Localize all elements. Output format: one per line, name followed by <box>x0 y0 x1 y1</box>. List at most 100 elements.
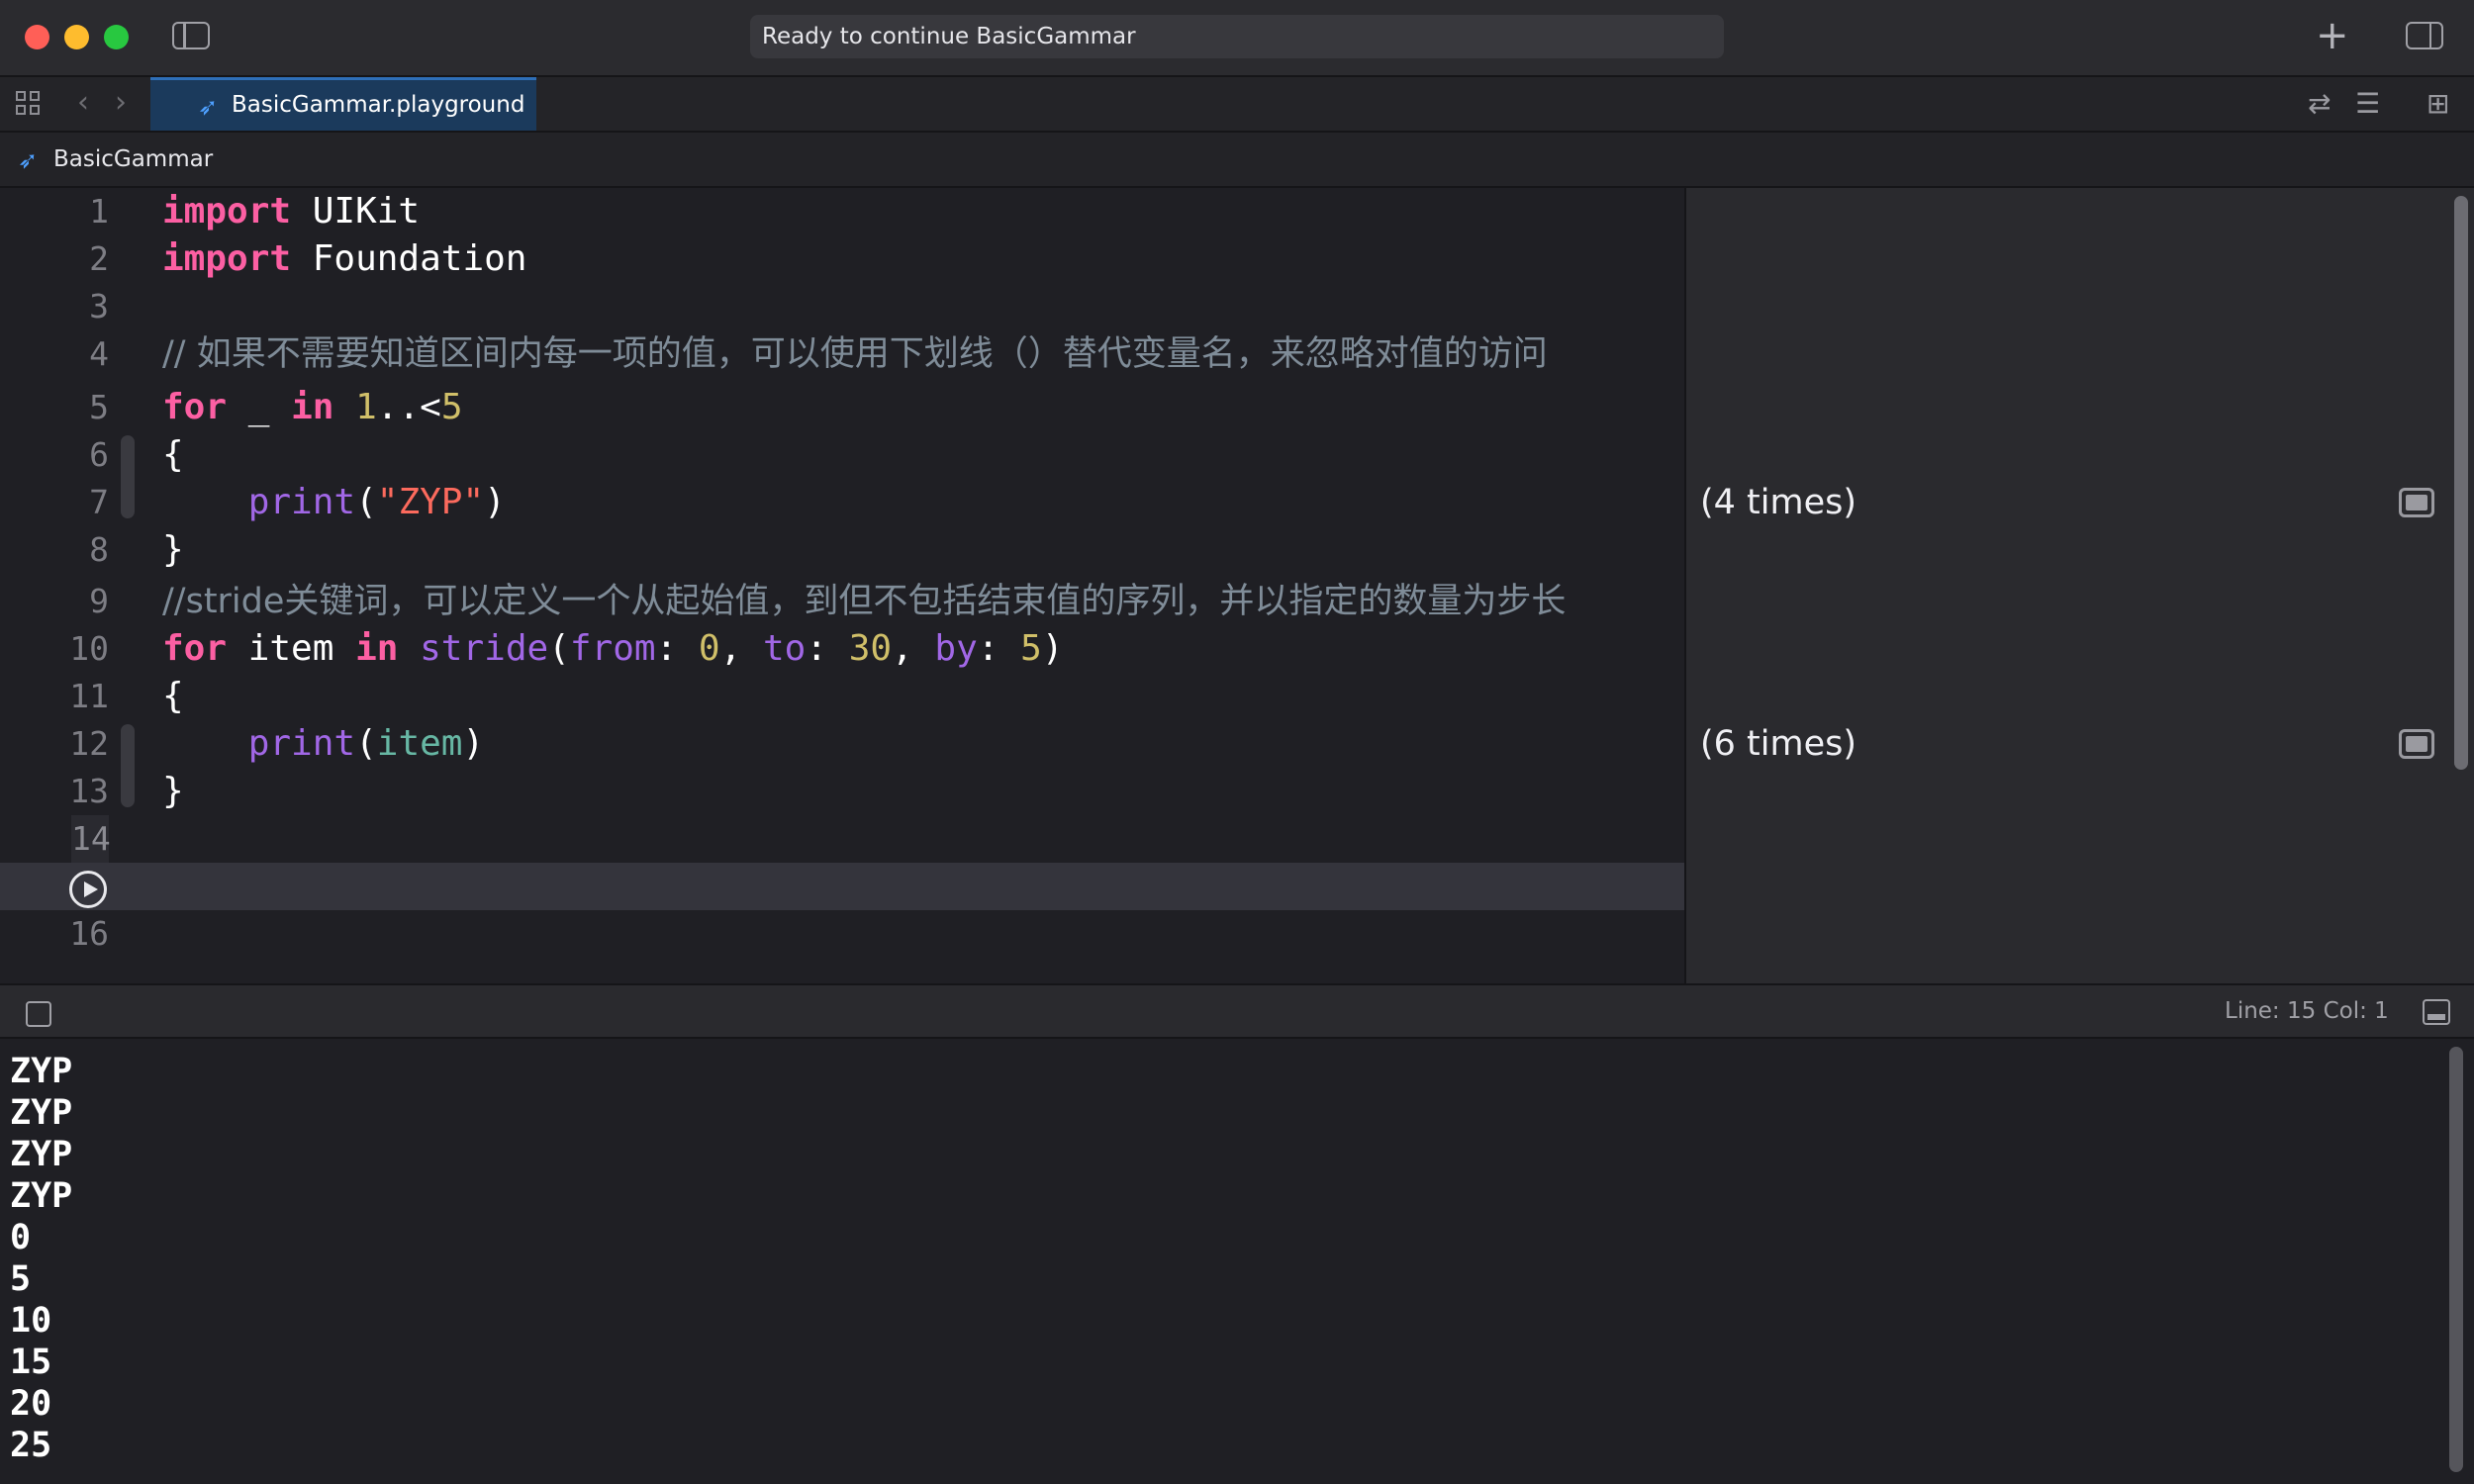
code-text[interactable]: // 如果不需要知道区间内每一项的值，可以使用下划线（）替代变量名，来忽略对值的… <box>162 330 1548 378</box>
breadcrumb-item[interactable]: BasicGammar <box>53 133 213 186</box>
code-text[interactable]: for _ in 1..<5 <box>162 384 463 431</box>
editor-options-icon[interactable]: ☰ <box>2355 89 2380 119</box>
code-fold-ribbon[interactable] <box>121 724 135 807</box>
code-text[interactable]: //stride关键词，可以定义一个从起始值，到但不包括结束值的序列，并以指定的… <box>162 578 1566 625</box>
add-editor-icon[interactable]: ⊞ <box>2426 89 2449 119</box>
result-count: (4 times) <box>1700 483 1857 522</box>
show-result-icon[interactable] <box>2399 488 2434 517</box>
console-line: ZYP <box>10 1052 73 1091</box>
code-token: to <box>762 628 807 669</box>
console-line: ZYP <box>10 1093 73 1133</box>
code-token: } <box>162 529 184 570</box>
console-toggle-icon[interactable] <box>2423 999 2450 1025</box>
console-scrollbar[interactable] <box>2449 1047 2463 1472</box>
code-token: 5 <box>1020 628 1042 669</box>
inspector-toggle-icon[interactable] <box>2406 22 2443 49</box>
code-line[interactable]: 14 <box>0 815 1684 863</box>
code-token: 0 <box>698 628 720 669</box>
code-text[interactable]: { <box>162 673 184 720</box>
tab-label: BasicGammar.playground <box>232 92 525 118</box>
code-token: Foundation <box>291 238 527 279</box>
code-token: 5 <box>440 387 463 427</box>
console-line: ZYP <box>10 1176 73 1216</box>
code-text[interactable]: for item in stride(from: 0, to: 30, by: … <box>162 625 1064 673</box>
line-number: 7 <box>89 483 109 521</box>
code-token: , <box>719 628 763 669</box>
code-line[interactable]: 5 for _ in 1..<5 <box>0 384 1684 431</box>
code-line[interactable]: 9 //stride关键词，可以定义一个从起始值，到但不包括结束值的序列，并以指定… <box>0 578 1684 625</box>
code-token: ( <box>355 723 377 764</box>
code-line[interactable]: 11 { <box>0 673 1684 720</box>
navigator-toggle-icon[interactable] <box>172 22 210 49</box>
result-count: (6 times) <box>1700 724 1857 764</box>
code-line[interactable]: 8} <box>0 526 1684 574</box>
show-result-icon[interactable] <box>2399 729 2434 759</box>
close-window-button[interactable] <box>25 25 49 49</box>
minimize-window-button[interactable] <box>64 25 89 49</box>
swift-icon: ➶ <box>18 146 39 174</box>
code-text[interactable]: import UIKit <box>162 188 420 235</box>
swift-icon: ➶ <box>198 93 219 121</box>
line-number: 11 <box>69 677 109 715</box>
console-line: 10 <box>10 1301 52 1341</box>
tab-basicgammar-playground[interactable]: ➶ BasicGammar.playground <box>150 77 536 131</box>
code-line[interactable]: 10 for item in stride(from: 0, to: 30, by… <box>0 625 1684 673</box>
code-text[interactable]: { <box>162 431 184 479</box>
code-token: 1 <box>355 387 377 427</box>
code-token: : <box>806 628 849 669</box>
back-chevron-icon[interactable]: ‹ <box>77 85 89 121</box>
console-line: 5 <box>10 1259 32 1299</box>
code-token: print <box>247 482 356 522</box>
add-library-button[interactable]: + <box>2316 14 2349 57</box>
code-token: in <box>291 387 334 427</box>
line-number: 10 <box>69 629 109 668</box>
line-number: 3 <box>89 287 109 325</box>
code-text[interactable]: import Foundation <box>162 235 526 283</box>
code-token: { <box>162 434 184 475</box>
code-token: ) <box>462 723 485 764</box>
code-token: // 如果不需要知道区间内每一项的值，可以使用下划线（）替代变量名，来忽略对值的… <box>162 334 1548 374</box>
code-line[interactable]: 2 import Foundation <box>0 235 1684 283</box>
console-line: 20 <box>10 1384 52 1424</box>
title-bar: Ready to continue BasicGammar + <box>0 0 2474 77</box>
code-token: { <box>162 676 184 716</box>
code-token: for <box>162 387 228 427</box>
related-items-grid-icon[interactable] <box>16 91 44 119</box>
forward-chevron-icon[interactable]: › <box>115 85 127 121</box>
zoom-window-button[interactable] <box>104 25 129 49</box>
activity-status: Ready to continue BasicGammar <box>750 15 1724 58</box>
results-scrollbar[interactable] <box>2454 196 2468 770</box>
code-text[interactable]: } <box>162 526 184 574</box>
line-number: 2 <box>89 239 109 278</box>
swap-editor-icon[interactable]: ⇄ <box>2308 89 2331 119</box>
code-line[interactable]: 7 print("ZYP") <box>0 479 1684 526</box>
console-line: 25 <box>10 1426 52 1465</box>
console-output[interactable]: ZYP ZYP ZYP ZYP 0 5 10 15 20 25 <box>0 1039 2474 1484</box>
code-line[interactable]: 6{ <box>0 431 1684 479</box>
current-line[interactable] <box>0 863 1684 910</box>
code-token: "ZYP" <box>376 482 485 522</box>
code-line[interactable]: 16 <box>0 910 1684 958</box>
console-line: 0 <box>10 1218 32 1257</box>
code-line[interactable]: 13} <box>0 768 1684 815</box>
line-number: 13 <box>69 772 109 810</box>
debug-bar: Line: 15 Col: 1 <box>0 983 2474 1039</box>
code-line[interactable]: 12 print(item) <box>0 720 1684 768</box>
code-text[interactable]: } <box>162 768 184 815</box>
code-editor[interactable]: 1 import UIKit 2 import Foundation 3 4 // 如果不需… <box>0 188 1684 983</box>
line-number: 8 <box>89 530 109 569</box>
code-token: ) <box>484 482 506 522</box>
code-text[interactable]: print(item) <box>162 720 484 768</box>
code-token: from <box>569 628 656 669</box>
hide-debug-area-icon[interactable] <box>26 1001 51 1027</box>
code-token: ( <box>548 628 570 669</box>
code-line[interactable]: 4 // 如果不需要知道区间内每一项的值，可以使用下划线（）替代变量名，来忽略对值… <box>0 330 1684 378</box>
code-token: _ <box>227 387 292 427</box>
run-playground-button[interactable] <box>69 871 107 908</box>
code-text[interactable]: print("ZYP") <box>162 479 506 526</box>
code-line[interactable]: 3 <box>0 283 1684 330</box>
code-line[interactable]: 1 import UIKit <box>0 188 1684 235</box>
tab-bar: ‹ › ➶ BasicGammar.playground ⇄ ☰ ⊞ <box>0 77 2474 133</box>
